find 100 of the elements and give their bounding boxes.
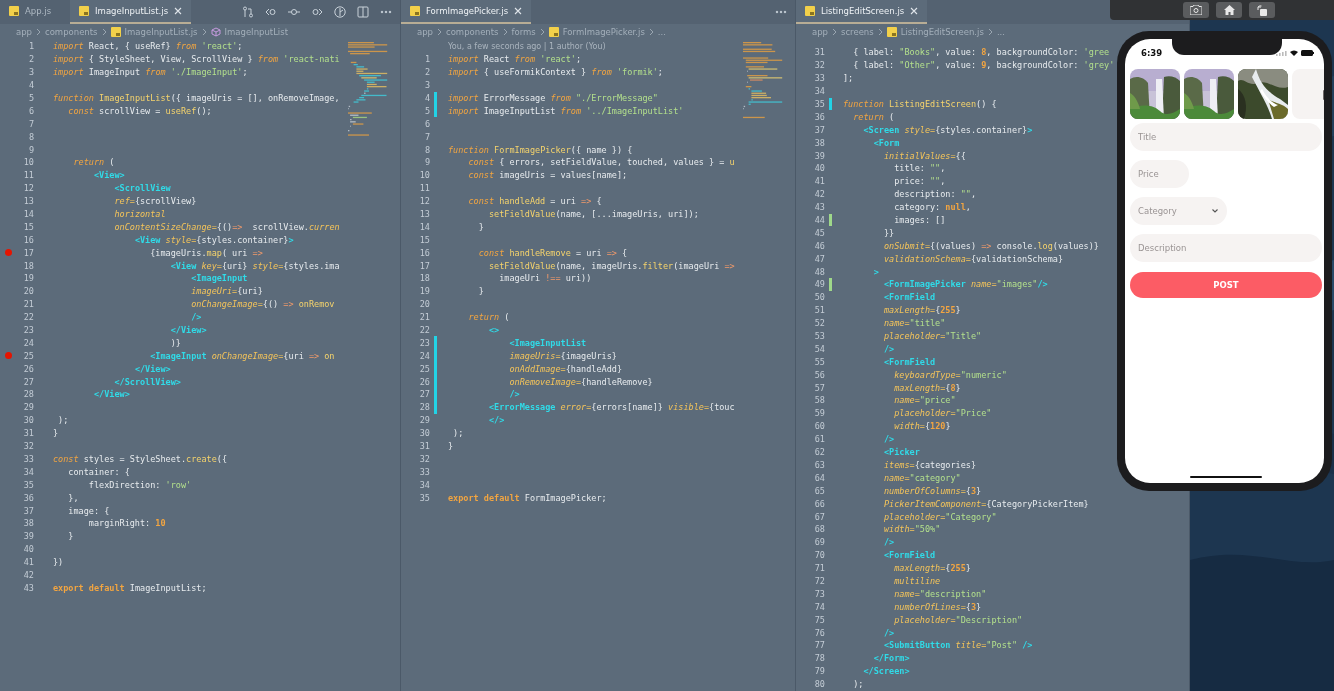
code-line: <Screen style={styles.container}> xyxy=(863,124,1033,135)
next-change-icon[interactable] xyxy=(311,6,323,18)
code-line: </View> xyxy=(170,325,207,336)
line-number: 12 xyxy=(418,196,430,207)
line-number: 58 xyxy=(813,395,825,406)
split-editor-icon[interactable] xyxy=(357,6,369,18)
chevron-icon xyxy=(101,28,107,36)
line-number: 30 xyxy=(418,428,430,439)
code-line: name="description" xyxy=(894,588,987,599)
chevron-icon xyxy=(539,28,545,36)
code-line: multiline xyxy=(894,575,941,586)
line-number: 62 xyxy=(813,447,825,458)
code-line: imageUris={imageUris} xyxy=(509,350,617,361)
code-line: const { errors, setFieldValue, touched, values } = u xyxy=(468,157,735,168)
editor-tab[interactable]: ImageInputList.js xyxy=(70,0,192,24)
code-line: name="price" xyxy=(894,395,956,406)
line-number: 44 xyxy=(813,215,825,225)
line-number: 52 xyxy=(813,318,825,329)
line-number: 14 xyxy=(22,209,34,219)
code-line: <ScrollView xyxy=(114,183,171,194)
code-line: ); xyxy=(58,415,69,426)
code-line: import React, { useRef} from 'react'; xyxy=(53,41,243,52)
code-line: <FormField xyxy=(883,356,936,367)
line-number: 39 xyxy=(22,531,34,542)
line-number: 7 xyxy=(423,131,430,142)
code-line: }} xyxy=(883,227,895,238)
code-line: <> xyxy=(488,325,500,336)
line-number: 28 xyxy=(22,389,34,400)
line-number: 43 xyxy=(813,202,825,213)
js-file-icon xyxy=(410,6,420,16)
code-line: flexDirection: 'row' xyxy=(88,479,192,490)
close-icon[interactable] xyxy=(514,7,523,15)
breadcrumb[interactable]: forms xyxy=(511,27,536,37)
status-time: 6:39 xyxy=(1141,48,1163,58)
blame-annotation[interactable]: You, a few seconds ago | 1 author (You) xyxy=(448,41,606,51)
line-number: 38 xyxy=(22,518,34,529)
code-line: </Form> xyxy=(873,653,910,664)
chevron-icon xyxy=(36,28,41,36)
line-number: 33 xyxy=(22,453,34,464)
close-icon[interactable] xyxy=(174,7,183,15)
code-line: onRemoveImage={handleRemove} xyxy=(509,376,653,387)
breadcrumb[interactable]: ... xyxy=(996,27,1005,37)
code-line: return ( xyxy=(73,157,115,168)
line-number: 78 xyxy=(813,653,825,664)
breadcrumb[interactable]: app xyxy=(812,27,828,37)
line-number: 37 xyxy=(22,505,34,516)
code-line: const handleRemove = uri => { xyxy=(478,247,628,258)
code-line: /> xyxy=(883,343,895,354)
code-line: }, xyxy=(68,492,79,503)
breadcrumb[interactable]: app xyxy=(417,27,433,37)
compare-changes-icon[interactable] xyxy=(242,6,254,18)
editor-tab[interactable]: FormImagePicker.js xyxy=(401,0,532,24)
code-line: function FormImagePicker({ name }) { xyxy=(448,144,633,155)
line-number: 16 xyxy=(22,234,34,245)
code-line: numberOfColumns={3} xyxy=(883,485,982,496)
editor-tab[interactable]: ListingEditScreen.js xyxy=(796,0,928,24)
breadcrumb[interactable]: components xyxy=(45,27,98,37)
code-line: maxLength={255} xyxy=(894,563,971,574)
input-field[interactable]: Price xyxy=(1130,160,1189,188)
line-number: 72 xyxy=(813,575,825,586)
code-line: price: "", xyxy=(894,176,946,187)
line-number: 12 xyxy=(22,183,34,194)
breadcrumb[interactable]: ImageInputList xyxy=(224,27,288,37)
code-line: export default FormImagePicker; xyxy=(448,492,607,503)
code-line: initialValues={{ xyxy=(883,150,966,161)
line-number: 37 xyxy=(813,124,825,135)
breadcrumb[interactable]: ListingEditScreen.js xyxy=(900,27,984,37)
code-line: }) xyxy=(53,557,64,568)
breadcrumb[interactable]: components xyxy=(446,27,499,37)
code-line: setFieldValue(name, [...imageUris, uri]); xyxy=(488,209,699,219)
code-line: PickerItemComponent={CategoryPickerItem} xyxy=(883,498,1089,509)
code-line: const styles = StyleSheet.create({ xyxy=(53,453,228,464)
line-number: 1 xyxy=(27,41,34,52)
editor-tab[interactable]: App.js xyxy=(0,0,61,24)
breadcrumb[interactable]: ImageInputList.js xyxy=(124,27,198,37)
line-number: 57 xyxy=(813,382,825,393)
line-number: 50 xyxy=(813,292,825,303)
line-number: 63 xyxy=(813,459,825,470)
line-number: 20 xyxy=(22,286,34,297)
code-line: name="title" xyxy=(883,318,946,329)
breadcrumb[interactable]: screens xyxy=(841,27,874,37)
code-line: import ImageInputList from '../ImageInputList' xyxy=(448,105,684,116)
code-line: } xyxy=(478,286,484,297)
code-line: name="category" xyxy=(883,472,961,483)
previous-change-icon[interactable] xyxy=(265,6,277,18)
breadcrumb[interactable]: app xyxy=(16,27,32,37)
code-line: keyboardType="numeric" xyxy=(894,369,1007,380)
code-line: /> xyxy=(883,434,895,445)
line-number: 56 xyxy=(813,369,825,380)
commit-icon[interactable] xyxy=(288,6,300,18)
line-number: 59 xyxy=(813,408,825,419)
breadcrumb[interactable]: ... xyxy=(657,27,666,37)
close-icon[interactable] xyxy=(910,7,919,15)
line-number: 17 xyxy=(22,247,34,258)
line-number: 5 xyxy=(423,105,430,116)
breadcrumb[interactable]: FormImagePicker.js xyxy=(562,27,645,37)
line-number: 42 xyxy=(22,569,34,580)
line-number: 26 xyxy=(22,363,34,374)
branch-icon[interactable] xyxy=(334,6,346,18)
line-number: 51 xyxy=(813,305,825,316)
